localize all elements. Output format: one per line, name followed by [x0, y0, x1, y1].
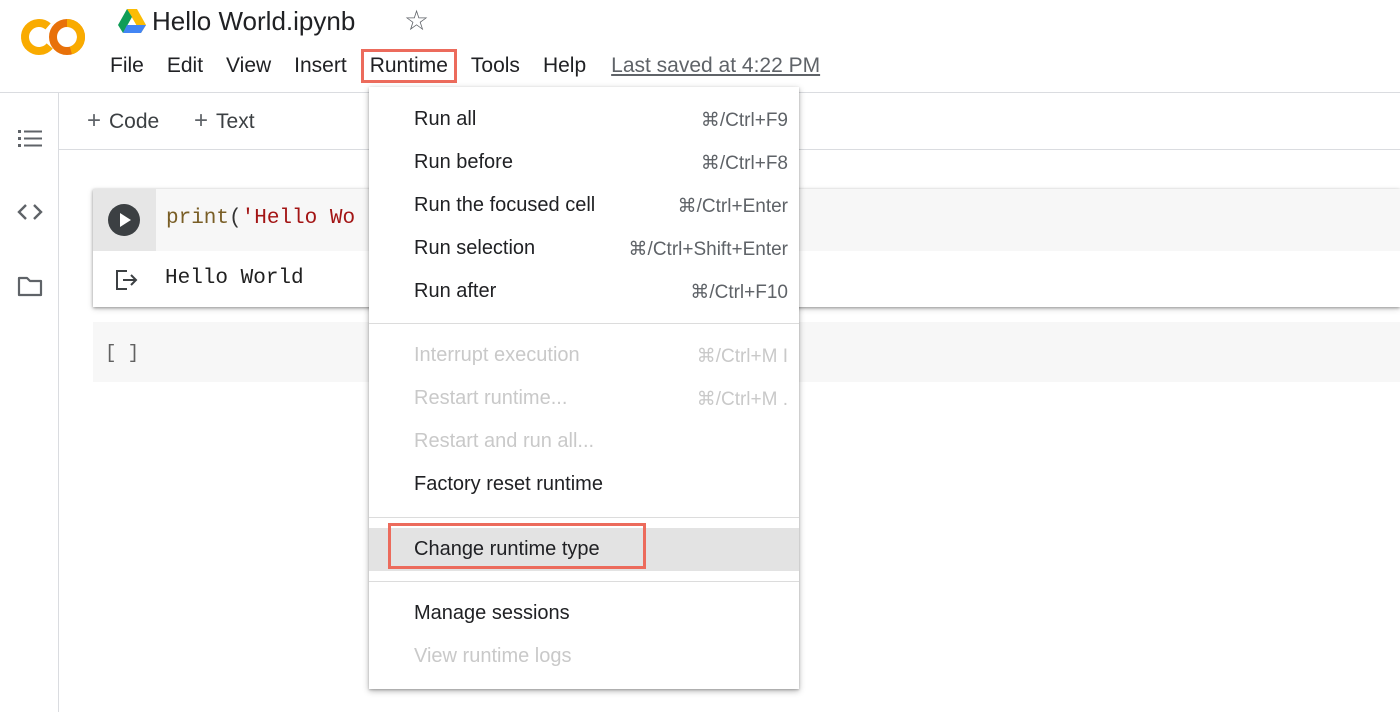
- menu-item-run-before[interactable]: Run before ⌘/Ctrl+F8: [369, 141, 799, 184]
- menu-runtime[interactable]: Runtime: [360, 49, 457, 83]
- google-drive-icon: [118, 9, 146, 33]
- add-code-label: Code: [109, 110, 160, 133]
- output-text: Hello World: [165, 267, 304, 290]
- menu-item-restart-and-run-all: Restart and run all...: [369, 420, 799, 463]
- add-text-label: Text: [216, 110, 255, 133]
- menu-item-run-focused-cell[interactable]: Run the focused cell ⌘/Ctrl+Enter: [369, 184, 799, 227]
- menu-help[interactable]: Help: [543, 51, 586, 81]
- notebook-header: Hello World.ipynb ☆ File Edit View Inser…: [0, 0, 1400, 93]
- plus-icon: +: [87, 107, 102, 134]
- menu-item-shortcut: ⌘/Ctrl+Shift+Enter: [628, 239, 788, 260]
- menu-item-label: View runtime logs: [414, 645, 572, 667]
- runtime-dropdown-menu: Run all ⌘/Ctrl+F9 Run before ⌘/Ctrl+F8 R…: [369, 87, 799, 689]
- menu-item-interrupt-execution: Interrupt execution ⌘/Ctrl+M I: [369, 334, 799, 377]
- menu-item-manage-sessions[interactable]: Manage sessions: [369, 592, 799, 635]
- colab-logo[interactable]: [20, 16, 86, 58]
- folder-icon[interactable]: [16, 272, 44, 300]
- menu-item-shortcut: ⌘/Ctrl+F10: [690, 282, 788, 303]
- menu-item-label: Run all: [414, 108, 477, 130]
- menu-item-shortcut: ⌘/Ctrl+M .: [696, 389, 788, 410]
- menu-item-restart-runtime: Restart runtime... ⌘/Ctrl+M .: [369, 377, 799, 420]
- menu-item-label: Restart runtime...: [414, 387, 568, 409]
- menu-tools[interactable]: Tools: [471, 51, 520, 81]
- menu-item-label: Run the focused cell: [414, 194, 596, 216]
- menu-item-shortcut: ⌘/Ctrl+F8: [700, 153, 788, 174]
- menu-item-factory-reset-runtime[interactable]: Factory reset runtime: [369, 463, 799, 506]
- menu-item-shortcut: ⌘/Ctrl+M I: [696, 346, 788, 367]
- add-code-cell-button[interactable]: + Code: [87, 107, 159, 135]
- menu-item-change-runtime-type[interactable]: Change runtime type: [369, 523, 799, 571]
- output-arrow-icon[interactable]: [113, 267, 139, 293]
- star-icon[interactable]: ☆: [404, 4, 429, 38]
- table-of-contents-icon[interactable]: [16, 125, 44, 153]
- code-snippets-icon[interactable]: [16, 198, 44, 226]
- play-icon[interactable]: [108, 204, 140, 236]
- plus-icon: +: [194, 107, 209, 134]
- menu-bar: File Edit View Insert Runtime Tools Help…: [110, 49, 820, 83]
- menu-file[interactable]: File: [110, 51, 144, 81]
- menu-separator: [369, 517, 799, 518]
- menu-item-view-runtime-logs: View runtime logs: [369, 635, 799, 678]
- notebook-title[interactable]: Hello World.ipynb: [152, 4, 355, 38]
- menu-item-label: Change runtime type: [414, 538, 600, 560]
- left-sidebar: [0, 93, 59, 712]
- menu-item-run-all[interactable]: Run all ⌘/Ctrl+F9: [369, 98, 799, 141]
- menu-separator: [369, 323, 799, 324]
- menu-view[interactable]: View: [226, 51, 271, 81]
- menu-item-shortcut: ⌘/Ctrl+F9: [700, 110, 788, 131]
- add-text-cell-button[interactable]: + Text: [194, 107, 255, 135]
- menu-item-label: Factory reset runtime: [414, 473, 603, 495]
- menu-item-label: Manage sessions: [414, 602, 570, 624]
- menu-item-label: Run selection: [414, 237, 536, 259]
- code-token-paren: (: [229, 207, 242, 230]
- code-token-string: 'Hello Wo: [241, 207, 356, 230]
- menu-item-label: Run before: [414, 151, 513, 173]
- last-saved-link[interactable]: Last saved at 4:22 PM: [611, 54, 820, 78]
- menu-item-run-after[interactable]: Run after ⌘/Ctrl+F10: [369, 270, 799, 313]
- code-text[interactable]: print('Hello Wo: [166, 207, 355, 230]
- menu-insert[interactable]: Insert: [294, 51, 347, 81]
- menu-item-label: Restart and run all...: [414, 430, 595, 452]
- menu-item-label: Run after: [414, 280, 497, 302]
- menu-item-label: Interrupt execution: [414, 344, 580, 366]
- run-cell-gutter: [93, 189, 156, 251]
- menu-item-shortcut: ⌘/Ctrl+Enter: [677, 196, 788, 217]
- menu-edit[interactable]: Edit: [167, 51, 203, 81]
- code-token-function: print: [166, 207, 230, 230]
- execution-count-prompt: [ ]: [105, 342, 140, 364]
- menu-item-run-selection[interactable]: Run selection ⌘/Ctrl+Shift+Enter: [369, 227, 799, 270]
- menu-separator: [369, 581, 799, 582]
